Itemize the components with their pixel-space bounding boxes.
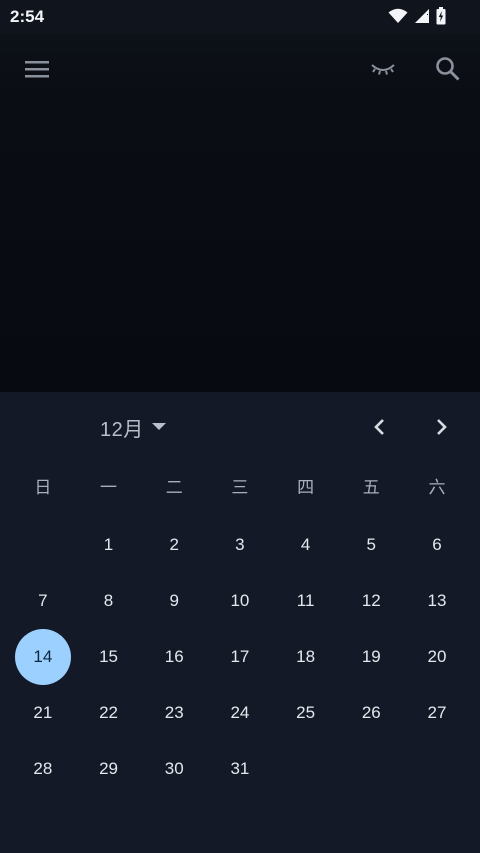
weekday-header: 日一二三四五六	[10, 472, 470, 504]
day-cell[interactable]: 30	[141, 741, 207, 797]
weekday-label: 一	[100, 478, 118, 497]
content-area	[0, 104, 480, 392]
day-number: 28	[33, 759, 53, 778]
day-number: 5	[366, 535, 377, 554]
day-cell[interactable]: 19	[338, 629, 404, 685]
day-number: 20	[427, 647, 447, 666]
day-number: 17	[230, 647, 250, 666]
day-number: 27	[427, 703, 447, 722]
day-cell[interactable]: 11	[273, 573, 339, 629]
status-bar: 2:54	[0, 0, 480, 34]
day-cell[interactable]: 24	[207, 685, 273, 741]
weekday-label: 五	[362, 478, 380, 497]
day-number: 29	[99, 759, 118, 778]
day-cell[interactable]: 29	[76, 741, 142, 797]
search-icon	[436, 57, 460, 81]
day-cell[interactable]: 1	[76, 517, 142, 573]
day-number: 21	[33, 703, 53, 722]
day-number: 13	[427, 591, 447, 610]
previous-month-button[interactable]	[360, 408, 398, 446]
day-number: 4	[300, 535, 311, 554]
day-number: 25	[296, 703, 316, 722]
day-number: 10	[230, 591, 250, 610]
month-selector[interactable]: 12月	[100, 412, 166, 442]
day-number: 11	[296, 591, 315, 610]
month-header: 12月	[0, 392, 480, 460]
day-cell[interactable]: 13	[404, 573, 470, 629]
status-time: 2:54	[10, 7, 45, 26]
day-cell[interactable]: 6	[404, 517, 470, 573]
wifi-icon	[388, 8, 408, 23]
weekday-label: 四	[297, 478, 315, 497]
selected-day-cell[interactable]: 14	[10, 629, 76, 685]
day-number: 23	[164, 703, 184, 722]
day-number: 3	[235, 535, 245, 554]
day-cell[interactable]: 16	[141, 629, 207, 685]
weekday-label: 三	[231, 478, 249, 497]
day-number: 24	[230, 703, 250, 722]
month-label: 12月	[100, 418, 144, 441]
day-cell[interactable]: 8	[76, 573, 142, 629]
menu-icon	[25, 61, 49, 78]
day-number: 9	[169, 591, 179, 610]
day-number: 6	[432, 535, 442, 554]
battery-charging-icon	[436, 7, 446, 25]
day-cell[interactable]: 7	[10, 573, 76, 629]
day-cell[interactable]: 26	[338, 685, 404, 741]
day-number: 1	[103, 535, 114, 554]
day-cell[interactable]: 20	[404, 629, 470, 685]
dropdown-arrow-icon	[151, 423, 166, 430]
weekday-label: 日	[34, 478, 52, 497]
next-month-button[interactable]	[423, 408, 461, 446]
chevron-left-icon	[374, 419, 384, 435]
day-cell[interactable]: 4	[273, 517, 339, 573]
eye-closed-icon	[371, 64, 395, 75]
status-icons	[388, 7, 446, 25]
day-cell[interactable]: 5	[338, 517, 404, 573]
weekday-label: 六	[428, 478, 446, 497]
chevron-right-icon	[437, 419, 447, 435]
day-number: 8	[103, 591, 114, 610]
day-cell[interactable]: 9	[141, 573, 207, 629]
app-bar	[0, 34, 480, 104]
day-number: 2	[169, 535, 179, 554]
day-cell[interactable]: 21	[10, 685, 76, 741]
hide-button[interactable]	[362, 48, 404, 90]
day-cell[interactable]: 3	[207, 517, 273, 573]
day-cell[interactable]: 18	[273, 629, 339, 685]
day-cell[interactable]: 17	[207, 629, 273, 685]
day-cell[interactable]: 15	[76, 629, 142, 685]
day-cell[interactable]: 27	[404, 685, 470, 741]
day-cell[interactable]: 10	[207, 573, 273, 629]
day-number: 30	[164, 759, 184, 778]
day-cell[interactable]: 25	[273, 685, 339, 741]
day-cell[interactable]: 2	[141, 517, 207, 573]
day-number: 31	[230, 759, 250, 778]
day-number: 26	[361, 703, 381, 722]
day-cell[interactable]: 31	[207, 741, 273, 797]
day-cell[interactable]: 22	[76, 685, 142, 741]
day-cell[interactable]: 23	[141, 685, 207, 741]
search-button[interactable]	[427, 48, 469, 90]
day-cell[interactable]: 12	[338, 573, 404, 629]
empty-day-cell	[10, 517, 76, 573]
day-number: 22	[99, 703, 118, 722]
day-number: 12	[361, 591, 381, 610]
day-number: 15	[99, 647, 118, 666]
day-number: 19	[361, 647, 381, 666]
day-number: 7	[38, 591, 48, 610]
signal-icon	[415, 9, 429, 23]
day-number: 16	[164, 647, 184, 666]
menu-button[interactable]	[16, 48, 58, 90]
day-grid: 1 2 3 4 5 6 7 8 9 10 11 12 13 14 15 16 17 18 19 20 21 22 23 24 2…	[10, 517, 470, 797]
day-number: 18	[296, 647, 316, 666]
calendar-sheet: 12月 日一二三四五六 1 2 3 4 5 6 7 8 9 10 11 12 13 14 15 16 17 18 1…	[0, 392, 480, 853]
day-number: 14	[14, 629, 71, 685]
weekday-label: 二	[165, 478, 183, 497]
day-cell[interactable]: 28	[10, 741, 76, 797]
